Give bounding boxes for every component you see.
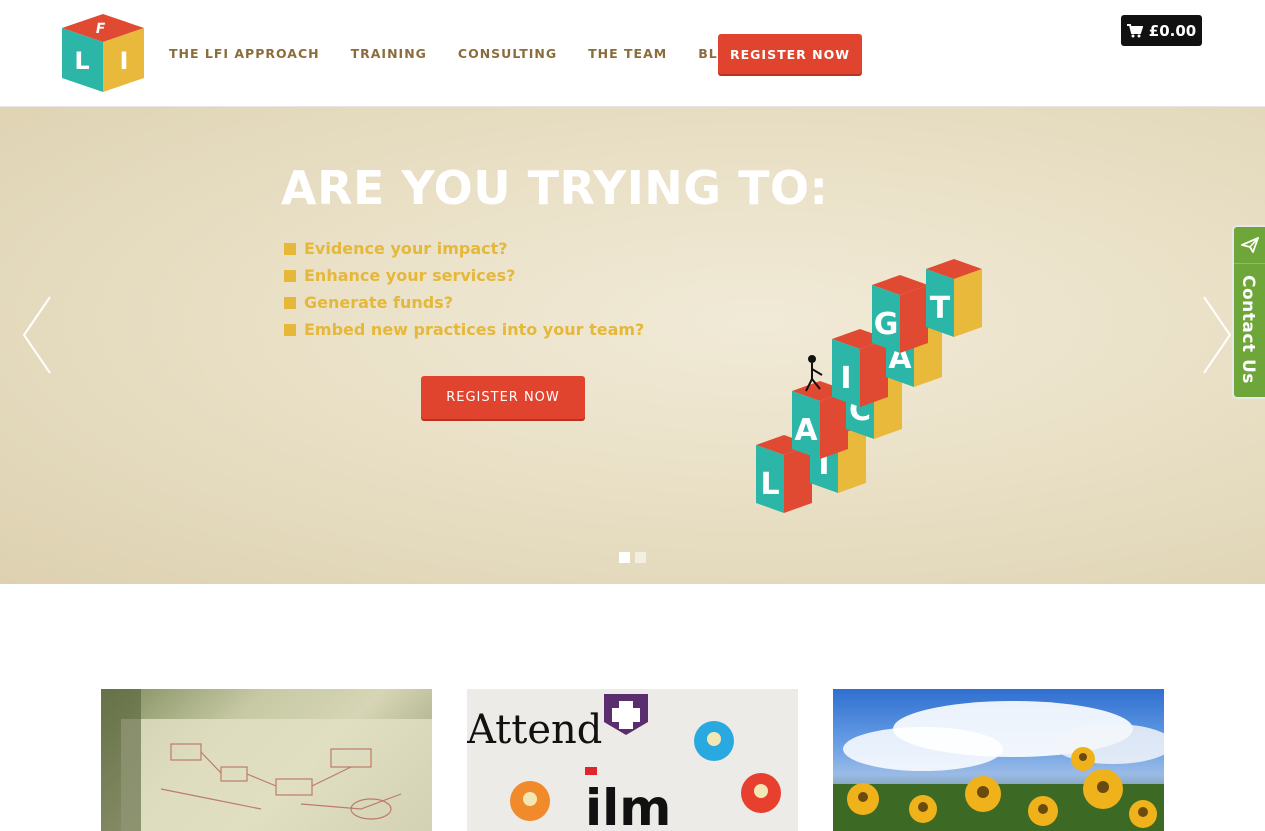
- hero-slider: ARE YOU TRYING TO: Evidence your impact?…: [0, 107, 1265, 584]
- lfi-logo[interactable]: L F I: [62, 14, 144, 92]
- svg-text:L: L: [74, 47, 89, 75]
- bullet-square-icon: [284, 296, 296, 309]
- main-nav: THE LFI APPROACH TRAINING CONSULTING THE…: [169, 46, 771, 61]
- letter-block: T: [926, 259, 982, 337]
- cart-button[interactable]: £0.00: [1121, 15, 1202, 46]
- slider-dot-1[interactable]: [619, 552, 630, 563]
- svg-text:L: L: [760, 467, 779, 502]
- attend-text: Attend: [467, 707, 602, 753]
- hero-register-now-button[interactable]: REGISTER NOW: [421, 376, 585, 419]
- hero-bullet: Embed new practices into your team?: [284, 316, 644, 343]
- whiteboard-image[interactable]: [101, 689, 432, 831]
- bullet-text: Evidence your impact?: [304, 239, 508, 258]
- site-header: L F I THE LFI APPROACH TRAINING CONSULTI…: [0, 0, 1265, 107]
- slider-next-arrow-icon[interactable]: [1200, 295, 1234, 375]
- nav-the-team[interactable]: THE TEAM: [588, 46, 667, 61]
- send-icon: [1234, 227, 1265, 264]
- hero-bullet-list: Evidence your impact? Enhance your servi…: [284, 235, 644, 343]
- bullet-text: Generate funds?: [304, 293, 453, 312]
- cart-icon: [1126, 23, 1143, 37]
- nav-consulting[interactable]: CONSULTING: [458, 46, 557, 61]
- nav-lfi-approach[interactable]: THE LFI APPROACH: [169, 46, 320, 61]
- ilm-text: ilm: [585, 779, 671, 831]
- nav-training[interactable]: TRAINING: [351, 46, 427, 61]
- flowers-image[interactable]: [833, 689, 1164, 831]
- bullet-square-icon: [284, 269, 296, 282]
- hero-bullet: Evidence your impact?: [284, 235, 644, 262]
- bullet-text: Embed new practices into your team?: [304, 320, 645, 339]
- bullet-square-icon: [284, 242, 296, 255]
- svg-text:T: T: [930, 291, 951, 326]
- bullet-square-icon: [284, 323, 296, 336]
- svg-text:A: A: [794, 413, 818, 448]
- bullet-text: Enhance your services?: [304, 266, 516, 285]
- contact-us-tab[interactable]: Contact Us: [1232, 225, 1265, 399]
- svg-text:I: I: [120, 47, 129, 75]
- svg-text:G: G: [874, 307, 899, 342]
- slider-prev-arrow-icon[interactable]: [20, 295, 54, 375]
- hero-bullet: Generate funds?: [284, 289, 644, 316]
- hero-bullet: Enhance your services?: [284, 262, 644, 289]
- register-now-button[interactable]: REGISTER NOW: [718, 34, 862, 74]
- cart-total: £0.00: [1148, 21, 1197, 40]
- letter-block: G: [872, 275, 928, 353]
- attend-ilm-image[interactable]: Attend ilm: [467, 689, 798, 831]
- slider-pagination: [619, 552, 651, 563]
- hero-title: ARE YOU TRYING TO:: [281, 161, 829, 215]
- slider-dot-2[interactable]: [635, 552, 646, 563]
- leading-for-impact-blocks-illustration: LIACIAGT: [752, 229, 988, 529]
- svg-text:I: I: [840, 361, 851, 396]
- contact-us-label: Contact Us: [1238, 275, 1258, 384]
